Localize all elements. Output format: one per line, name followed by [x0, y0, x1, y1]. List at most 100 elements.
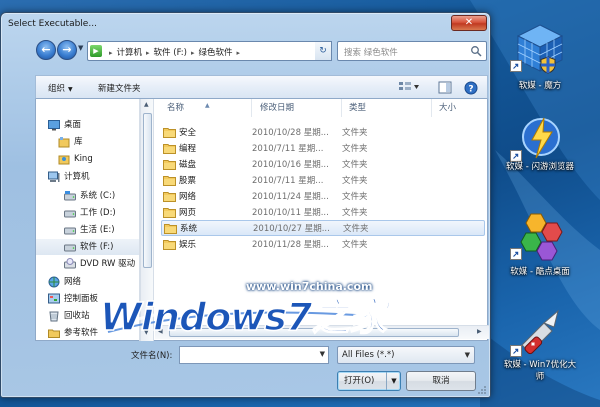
- arrow-right-icon: →: [62, 43, 72, 56]
- table-row[interactable]: 磁盘 2010/10/16 星期... 文件夹: [161, 157, 485, 173]
- column-header-size[interactable]: 大小: [432, 99, 489, 117]
- nav-item-drive-c[interactable]: 系统 (C:): [36, 188, 139, 204]
- nav-label: 网络: [64, 277, 82, 287]
- file-type-select[interactable]: All Files (*.*) ▼: [337, 346, 475, 364]
- desktop-icon-browser[interactable]: 软媒 - 闪游浏览器: [500, 112, 580, 192]
- desktop-icon-label: 软媒 - Win7优化大师: [503, 360, 577, 382]
- chevron-down-icon[interactable]: ▼: [320, 350, 325, 358]
- sort-ascending-icon: ▲: [205, 102, 210, 109]
- user-folder-icon: [58, 155, 70, 165]
- folder-icon: [163, 128, 176, 138]
- scroll-right-icon[interactable]: ▶: [477, 328, 482, 335]
- nav-label: 生活 (E:): [80, 225, 115, 235]
- breadcrumb-drive-f[interactable]: 软件 (F:): [154, 48, 187, 58]
- shortcut-arrow-icon: [510, 248, 522, 260]
- close-button[interactable]: ✕: [451, 15, 487, 31]
- table-row[interactable]: 股票 2010/7/11 星期... 文件夹: [161, 173, 485, 189]
- breadcrumb-green-software[interactable]: 绿色软件: [199, 48, 233, 58]
- folder-icon: [48, 329, 60, 338]
- new-folder-button[interactable]: 新建文件夹: [98, 82, 141, 94]
- open-button[interactable]: 打开(O) ▼: [337, 371, 401, 391]
- open-options-dropdown[interactable]: ▼: [386, 372, 401, 390]
- table-row[interactable]: 网页 2010/10/11 星期... 文件夹: [161, 205, 485, 221]
- breadcrumb: ▸ 计算机 ▸ 软件 (F:) ▸ 绿色软件 ▸: [105, 46, 244, 58]
- nav-item-desktop[interactable]: 桌面: [36, 117, 139, 133]
- cancel-button[interactable]: 取消: [406, 371, 476, 391]
- column-header-date[interactable]: 修改日期: [252, 99, 342, 117]
- shortcut-arrow-icon: [510, 345, 522, 357]
- search-icon: [471, 46, 482, 57]
- watermark-brand: Windows7之家: [99, 294, 387, 340]
- nav-label: King: [74, 154, 93, 164]
- change-view-icon[interactable]: [398, 81, 420, 93]
- drive-icon: [64, 191, 76, 201]
- desktop-icon-desktop-tool[interactable]: 软媒 - 酷点桌面: [500, 210, 580, 290]
- nav-item-drive-f[interactable]: 软件 (F:): [36, 239, 139, 255]
- library-icon: [58, 137, 70, 148]
- nav-item-computer[interactable]: 计算机: [36, 169, 139, 185]
- scrollbar-thumb[interactable]: [143, 113, 152, 268]
- breadcrumb-separator: ▸: [146, 49, 150, 57]
- folder-icon: [163, 192, 176, 202]
- organize-label: 组织: [48, 84, 66, 94]
- file-type-value: All Files (*.*): [342, 350, 395, 360]
- nav-item-drive-e[interactable]: 生活 (E:): [36, 222, 139, 238]
- folder-icon: [163, 240, 176, 250]
- nav-label: 系统 (C:): [80, 191, 116, 201]
- desktop-icon-label: 软媒 - 酷点桌面: [510, 267, 570, 277]
- column-header-type[interactable]: 类型: [342, 99, 432, 117]
- back-button[interactable]: ←: [36, 40, 56, 60]
- table-row[interactable]: 娱乐 2010/11/28 星期... 文件夹: [161, 237, 485, 253]
- nav-label: 工作 (D:): [80, 208, 116, 218]
- scroll-up-icon[interactable]: ▲: [144, 101, 149, 108]
- breadcrumb-separator: ▸: [109, 49, 113, 57]
- table-row[interactable]: 编程 2010/7/11 星期... 文件夹: [161, 141, 485, 157]
- folder-icon: [164, 224, 177, 234]
- shortcut-arrow-icon: [510, 60, 522, 72]
- svg-text:?: ?: [468, 85, 473, 95]
- organize-button[interactable]: 组织 ▼: [48, 82, 73, 94]
- folder-icon: [163, 208, 176, 218]
- nav-label: 控制面板: [64, 294, 99, 304]
- column-header-name[interactable]: 名称 ▲: [155, 99, 252, 117]
- resize-grip-icon[interactable]: [477, 385, 487, 395]
- help-icon[interactable]: ?: [464, 81, 478, 95]
- nav-item-drive-d[interactable]: 工作 (D:): [36, 205, 139, 221]
- refresh-button[interactable]: ↻: [315, 41, 332, 61]
- nav-label: 参考软件: [64, 328, 99, 338]
- watermark-url: www.win7china.com: [246, 280, 373, 293]
- close-icon: ✕: [464, 17, 474, 28]
- forward-button[interactable]: →: [57, 40, 77, 60]
- drive-icon: [64, 210, 76, 218]
- nav-label: 软件 (F:): [80, 242, 114, 252]
- nav-item-dvd-drive[interactable]: DVD RW 驱动: [36, 256, 139, 272]
- filename-input[interactable]: ▼: [179, 346, 329, 364]
- recent-locations-dropdown[interactable]: ▼: [78, 44, 83, 52]
- search-input[interactable]: 搜索 绿色软件: [344, 46, 398, 58]
- control-panel-icon: [48, 293, 60, 304]
- desktop-icon-win7-optimizer[interactable]: 软媒 - Win7优化大师: [500, 307, 580, 387]
- desktop-icon-rubik[interactable]: 软媒 - 魔方: [500, 22, 580, 94]
- refresh-icon: ↻: [319, 46, 327, 56]
- arrow-left-icon: ←: [41, 43, 51, 56]
- computer-icon: [48, 171, 60, 182]
- open-button-label: 打开(O): [344, 376, 375, 386]
- table-row[interactable]: 安全 2010/10/28 星期... 文件夹: [161, 125, 485, 141]
- address-bar[interactable]: ▶ ▸计算机▸软件 (F:)▸绿色软件▸ ▼: [87, 41, 332, 61]
- window-title: Select Executable...: [8, 19, 97, 29]
- nav-item-library[interactable]: 库: [36, 134, 139, 150]
- table-row-selected[interactable]: 系统 2010/10/27 星期... 文件夹: [161, 220, 485, 236]
- table-row[interactable]: 网络 2010/11/24 星期... 文件夹: [161, 189, 485, 205]
- nav-label: 库: [74, 137, 83, 147]
- drive-icon: [64, 244, 76, 252]
- preview-pane-icon[interactable]: [438, 81, 452, 94]
- folder-icon: [163, 176, 176, 186]
- nav-item-user-king[interactable]: King: [36, 151, 139, 167]
- search-box[interactable]: 搜索 绿色软件: [337, 41, 487, 61]
- breadcrumb-computer[interactable]: 计算机: [117, 48, 143, 58]
- recycle-bin-icon: [49, 311, 59, 322]
- command-toolbar: 组织 ▼ 新建文件夹 ?: [35, 75, 488, 99]
- filename-label: 文件名(N):: [131, 351, 173, 361]
- network-icon: [48, 276, 60, 288]
- desktop-icon-label: 软媒 - 魔方: [518, 81, 562, 91]
